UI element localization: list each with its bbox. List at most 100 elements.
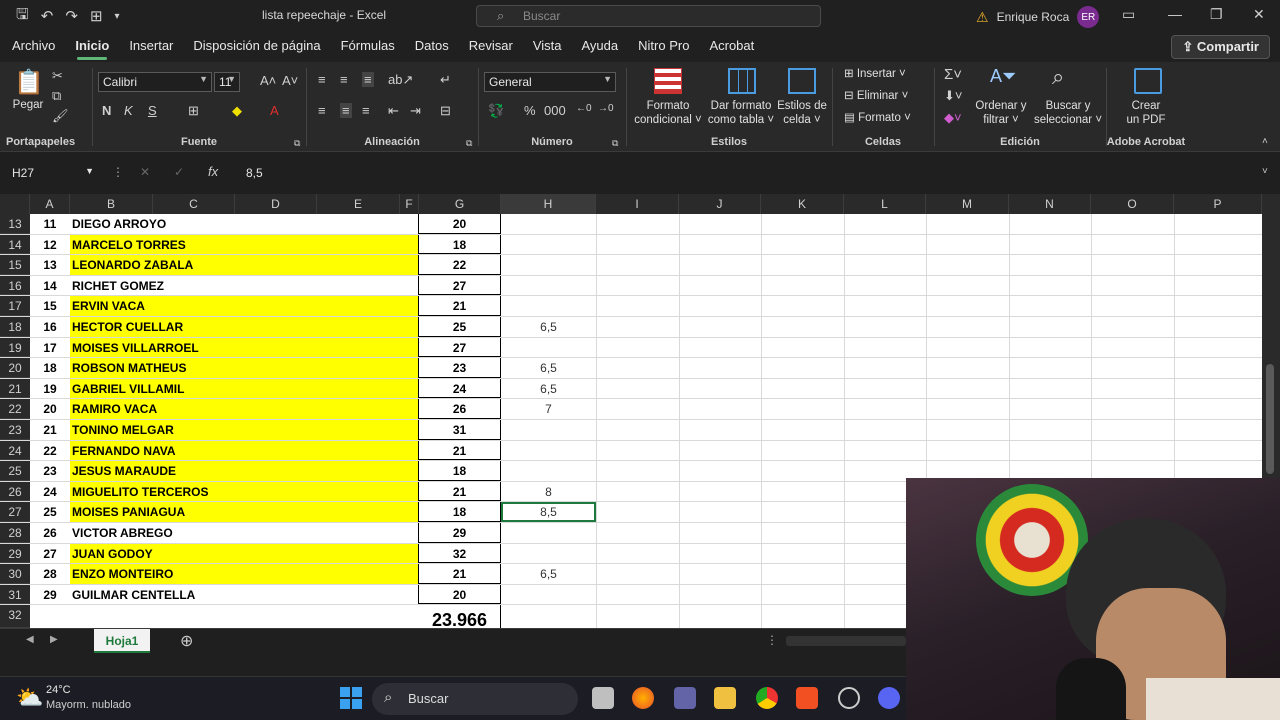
cell-name[interactable]: JUAN GODOY bbox=[70, 543, 419, 564]
cell-extra[interactable]: 6,5 bbox=[501, 317, 596, 337]
cell-name[interactable]: RAMIRO VACA bbox=[70, 399, 419, 419]
col-header-p[interactable]: P bbox=[1174, 194, 1262, 214]
cell-name[interactable]: ROBSON MATHEUS bbox=[70, 358, 419, 378]
cell-extra[interactable] bbox=[501, 523, 596, 543]
cell-name[interactable]: JESUS MARAUDE bbox=[70, 461, 419, 481]
col-header-h[interactable]: H bbox=[501, 194, 596, 214]
underline-button[interactable]: S bbox=[148, 103, 157, 118]
align-left-icon[interactable]: ≡ bbox=[318, 103, 326, 118]
cell-score[interactable]: 27 bbox=[419, 337, 501, 358]
cell-score[interactable]: 18 bbox=[419, 502, 501, 522]
weather-desc[interactable]: Mayorm. nublado bbox=[46, 699, 131, 711]
cell-extra[interactable] bbox=[501, 585, 596, 605]
col-header-k[interactable]: K bbox=[761, 194, 844, 214]
insert-function-icon[interactable]: fx bbox=[208, 164, 218, 179]
cell-score[interactable]: 24 bbox=[419, 378, 501, 399]
col-header-a[interactable]: A bbox=[30, 194, 70, 214]
firefox-icon[interactable] bbox=[632, 687, 654, 709]
cell-extra[interactable]: 8 bbox=[501, 482, 596, 502]
weather-temp[interactable]: 24°C bbox=[46, 684, 71, 696]
bold-button[interactable]: N bbox=[102, 103, 111, 118]
cell-score[interactable]: 26 bbox=[419, 399, 501, 419]
row-header[interactable]: 19 bbox=[0, 337, 30, 358]
cell-extra[interactable]: 6,5 bbox=[501, 379, 596, 399]
weather-icon[interactable]: ⛅ bbox=[16, 685, 43, 711]
row-header[interactable]: 14 bbox=[0, 234, 30, 255]
add-sheet-icon[interactable]: ⊕ bbox=[180, 631, 193, 651]
cell-extra[interactable] bbox=[501, 276, 596, 296]
align-center-icon[interactable]: ≡ bbox=[340, 103, 352, 118]
increase-font-icon[interactable]: A˄ bbox=[260, 73, 276, 88]
row-header[interactable]: 31 bbox=[0, 584, 30, 605]
row-header[interactable]: 23 bbox=[0, 420, 30, 440]
percent-icon[interactable]: % bbox=[524, 103, 536, 118]
col-header-g[interactable]: G bbox=[419, 194, 501, 214]
cancel-icon[interactable]: ✕ bbox=[140, 165, 150, 179]
italic-button[interactable]: K bbox=[124, 103, 133, 118]
cell-score[interactable]: 18 bbox=[419, 234, 501, 255]
create-pdf-button[interactable]: Crear un PDF bbox=[1116, 99, 1176, 127]
user-area[interactable]: ⚠ Enrique Roca ER bbox=[976, 6, 1100, 28]
title-search-input[interactable]: ⌕ Buscar bbox=[476, 5, 821, 27]
increase-decimal-icon[interactable]: ←0 bbox=[576, 103, 592, 114]
row-header[interactable]: 30 bbox=[0, 564, 30, 584]
cell-number[interactable]: 12 bbox=[30, 235, 70, 255]
table-format-button[interactable]: Dar formato como tabla ˅ bbox=[706, 99, 776, 127]
tab-inicio[interactable]: Inicio bbox=[65, 32, 119, 62]
paste-icon[interactable]: 📋 bbox=[14, 68, 44, 97]
fill-icon[interactable]: ⬇˅ bbox=[944, 88, 962, 104]
more-icon[interactable]: ⋮ bbox=[766, 633, 778, 647]
font-color-icon[interactable]: A bbox=[270, 103, 279, 118]
row-header[interactable]: 17 bbox=[0, 296, 30, 316]
cell-extra[interactable] bbox=[501, 214, 596, 234]
wrap-text-icon[interactable]: ↵ bbox=[440, 72, 451, 88]
cell-number[interactable]: 17 bbox=[30, 338, 70, 358]
avatar[interactable]: ER bbox=[1077, 6, 1100, 28]
cell-extra[interactable]: 7 bbox=[501, 399, 596, 419]
prev-sheet-icon[interactable]: ◀ bbox=[26, 634, 34, 645]
tab-datos[interactable]: Datos bbox=[405, 32, 459, 62]
cell-name[interactable]: LEONARDO ZABALA bbox=[70, 255, 419, 275]
row-header[interactable]: 24 bbox=[0, 440, 30, 461]
cell-name[interactable]: RICHET GOMEZ bbox=[70, 275, 419, 296]
tab-disposicion[interactable]: Disposición de página bbox=[183, 32, 330, 62]
cell-number[interactable]: 20 bbox=[30, 399, 70, 419]
orientation-icon[interactable]: ab↗ bbox=[388, 72, 413, 88]
paste-button[interactable]: Pegar bbox=[8, 98, 48, 112]
warning-icon[interactable]: ⚠ bbox=[976, 9, 989, 26]
col-header-c[interactable]: C bbox=[153, 194, 235, 214]
row-header[interactable]: 16 bbox=[0, 275, 30, 296]
find-select-button[interactable]: Buscar y seleccionar ˅ bbox=[1032, 99, 1104, 127]
cut-icon[interactable]: ✂ bbox=[52, 68, 63, 84]
cell-name[interactable]: ENZO MONTEIRO bbox=[70, 564, 419, 584]
discord-icon[interactable] bbox=[878, 687, 900, 709]
row-header[interactable]: 32 bbox=[0, 605, 30, 628]
cell-name[interactable]: ERVIN VACA bbox=[70, 296, 419, 316]
cell-name[interactable]: MOISES PANIAGUA bbox=[70, 502, 419, 522]
autosum-icon[interactable]: Σ˅ bbox=[944, 66, 962, 83]
sheet-tab-hoja1[interactable]: Hoja1 bbox=[94, 629, 150, 653]
delete-cells-button[interactable]: ⊟ Eliminar ˅ bbox=[844, 89, 908, 103]
tab-ayuda[interactable]: Ayuda bbox=[572, 32, 629, 62]
cell-name[interactable]: FERNANDO NAVA bbox=[70, 440, 419, 461]
decrease-font-icon[interactable]: A˅ bbox=[282, 73, 298, 88]
row-header[interactable]: 21 bbox=[0, 378, 30, 399]
row-header[interactable]: 29 bbox=[0, 543, 30, 564]
cell-extra[interactable] bbox=[501, 420, 596, 440]
cell-number[interactable]: 22 bbox=[30, 441, 70, 461]
cell-score[interactable]: 27 bbox=[419, 275, 501, 296]
cell-score[interactable]: 25 bbox=[419, 317, 501, 337]
align-right-icon[interactable]: ≡ bbox=[362, 103, 370, 118]
row-header[interactable]: 20 bbox=[0, 358, 30, 378]
tab-insertar[interactable]: Insertar bbox=[119, 32, 183, 62]
col-header-b[interactable]: B bbox=[70, 194, 153, 214]
cell-extra[interactable] bbox=[501, 235, 596, 255]
taskbar-search-input[interactable]: ⌕ Buscar bbox=[372, 683, 578, 715]
undo-icon[interactable]: ↶ bbox=[41, 7, 54, 25]
table-icon[interactable]: ⊞ bbox=[90, 7, 103, 25]
col-header-j[interactable]: J bbox=[679, 194, 761, 214]
collapse-ribbon-icon[interactable]: ˄ bbox=[1262, 136, 1268, 147]
row-header[interactable]: 25 bbox=[0, 461, 30, 481]
brave-icon[interactable] bbox=[796, 687, 818, 709]
cell-name[interactable]: MIGUELITO TERCEROS bbox=[70, 481, 419, 502]
